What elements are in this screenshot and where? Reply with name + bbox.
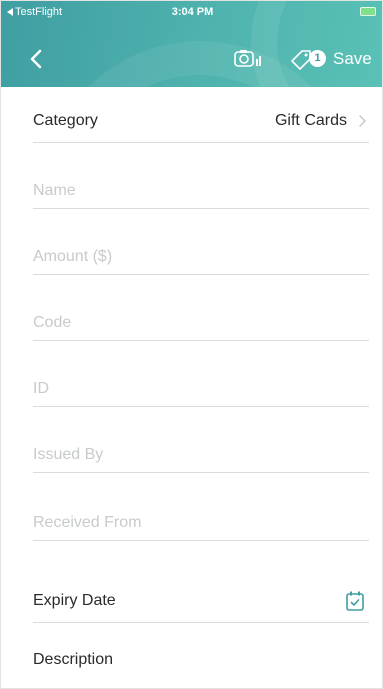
issued-by-field[interactable]	[33, 446, 369, 464]
id-field-row	[33, 363, 369, 407]
description-label: Description	[33, 651, 114, 668]
received-from-field[interactable]	[33, 514, 369, 532]
id-field[interactable]	[33, 380, 369, 398]
save-button[interactable]: Save	[333, 49, 372, 69]
expiry-date-row[interactable]: Expiry Date	[33, 563, 369, 623]
code-field[interactable]	[33, 314, 369, 332]
category-value: Gift Cards	[274, 112, 347, 129]
code-field-row	[33, 297, 369, 341]
chevron-right-icon	[359, 115, 367, 127]
nav-bar: 1 Save	[1, 41, 382, 77]
amount-field-row	[33, 231, 369, 275]
add-gift-card-screen: TestFlight 3:04 PM 1 Save Category Gift …	[0, 0, 383, 689]
tag-count-badge: 1	[309, 50, 326, 67]
amount-field[interactable]	[33, 248, 369, 266]
expiry-date-label: Expiry Date	[33, 592, 116, 609]
calendar-icon[interactable]	[345, 590, 365, 612]
status-bar: TestFlight 3:04 PM	[1, 1, 382, 23]
category-label: Category	[33, 112, 98, 129]
description-row[interactable]: Description	[33, 637, 369, 681]
name-field[interactable]	[33, 182, 369, 200]
category-row[interactable]: Category Gift Cards	[33, 87, 369, 143]
battery-icon	[360, 7, 376, 16]
header: TestFlight 3:04 PM 1 Save	[1, 1, 382, 87]
status-time: 3:04 PM	[171, 6, 214, 18]
camera-icon[interactable]	[233, 47, 263, 71]
name-field-row	[33, 165, 369, 209]
received-from-field-row	[33, 497, 369, 541]
issued-by-field-row	[33, 429, 369, 473]
back-chevron-icon[interactable]	[25, 47, 49, 71]
